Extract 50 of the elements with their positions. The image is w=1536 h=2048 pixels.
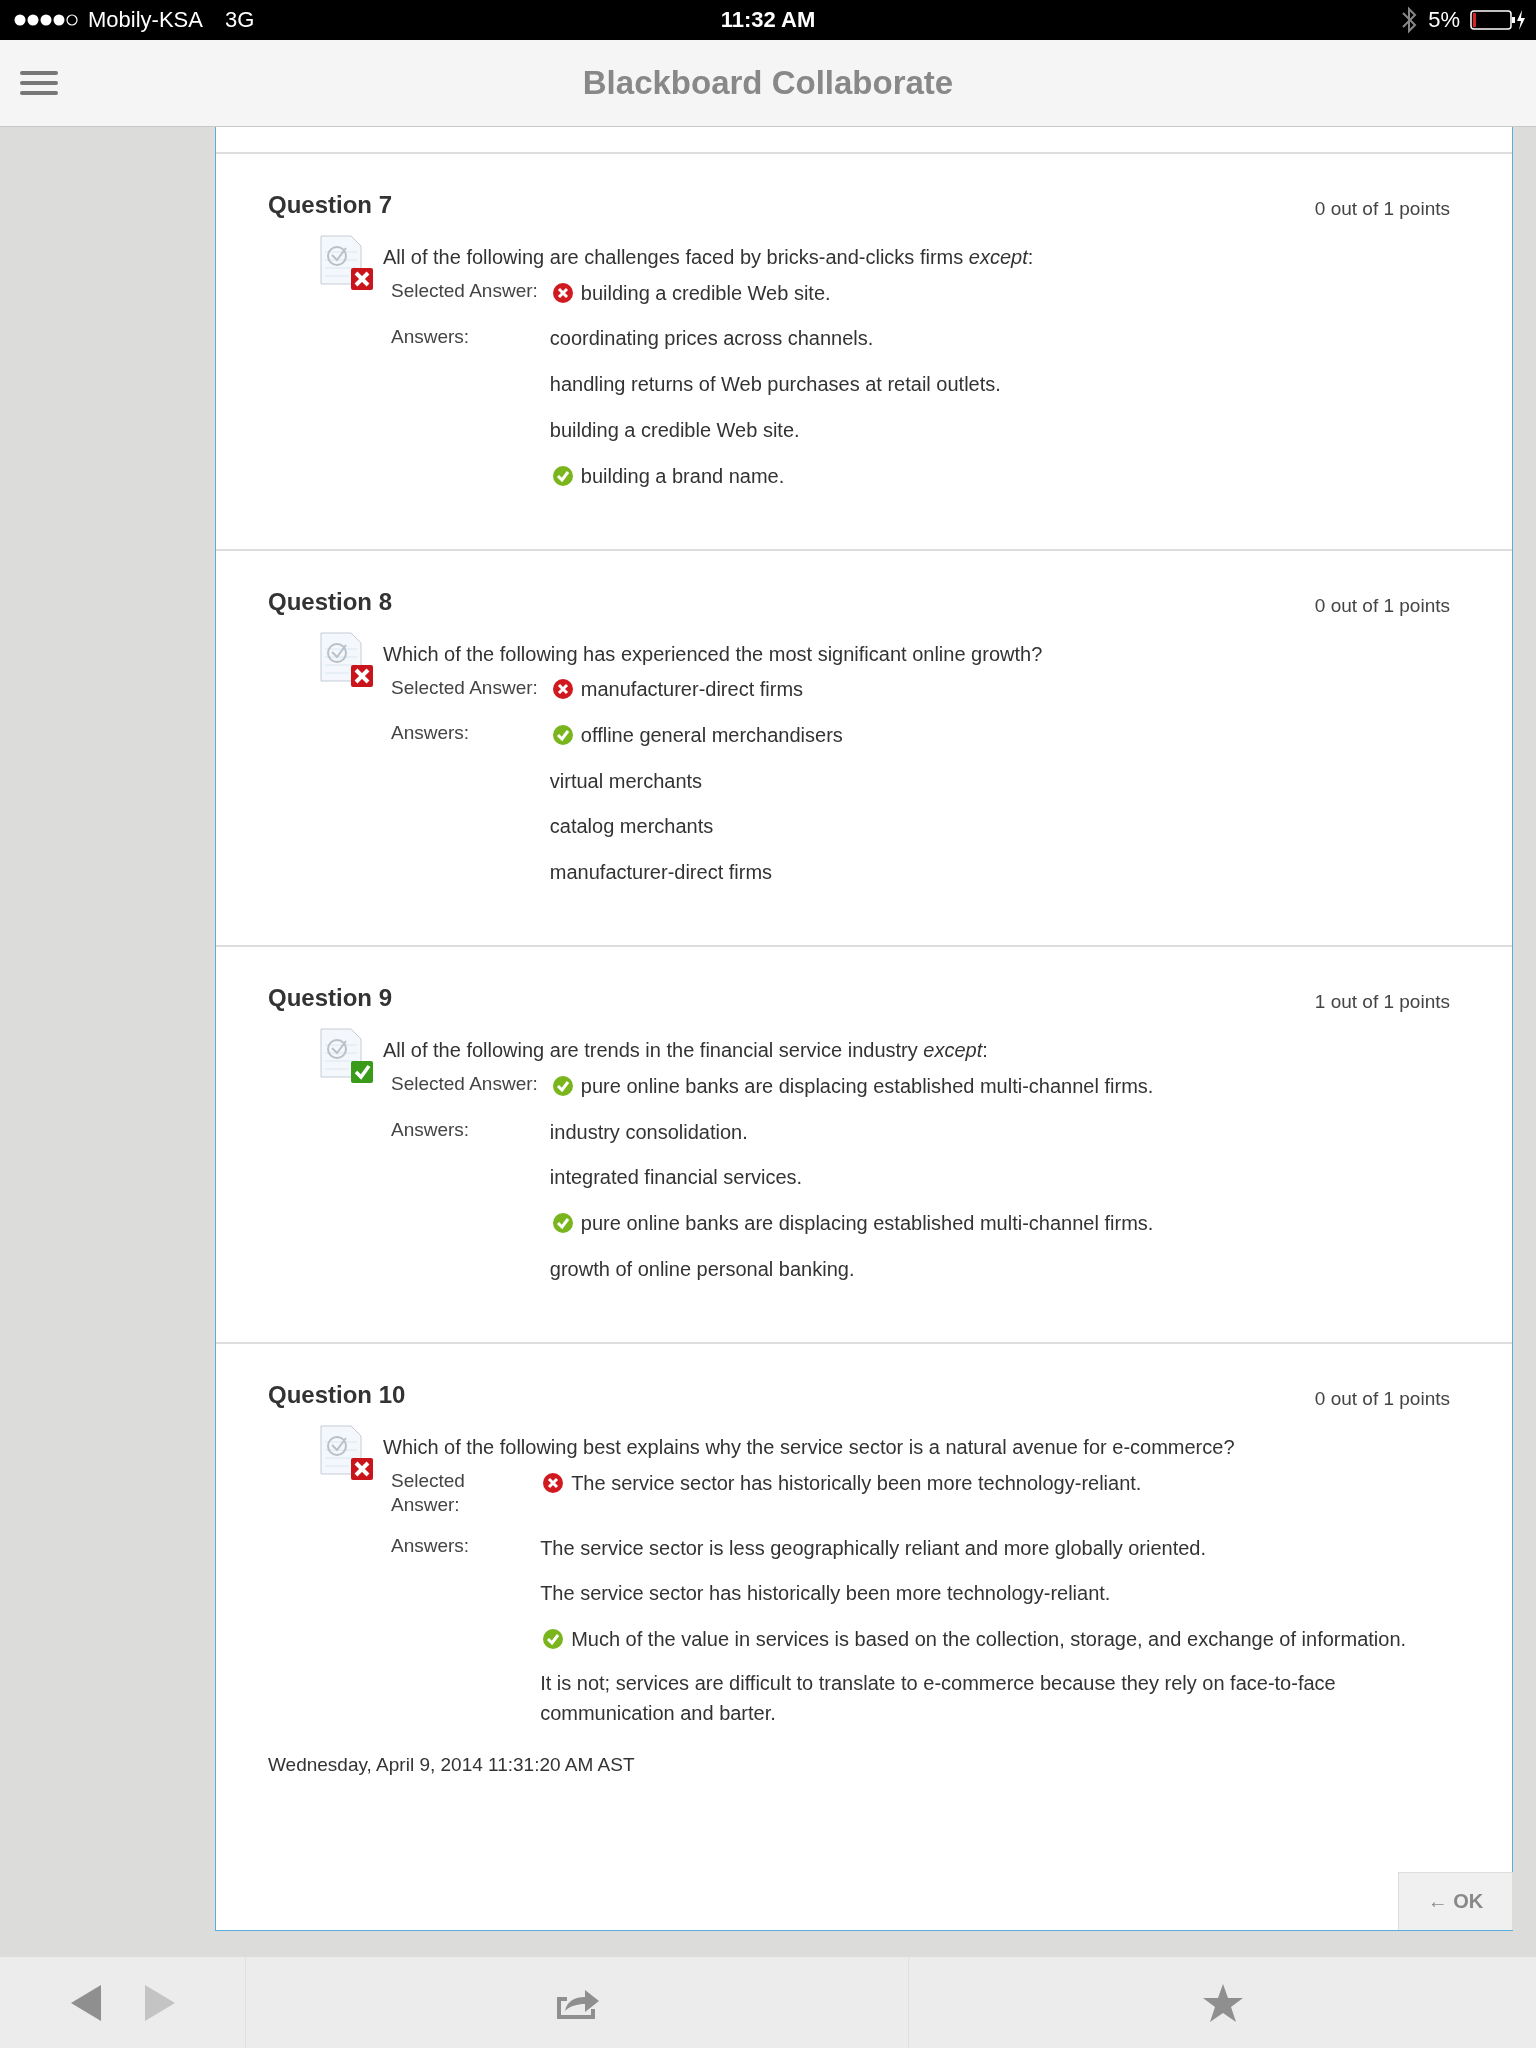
clock-time: 11:32 AM [720,7,816,32]
answer-text: coordinating prices across channels. [549,326,874,352]
answer-text: integrated financial services. [549,1165,803,1191]
ok-button[interactable]: ← OK [1398,1872,1513,1930]
answer-text: building a brand name. [580,463,785,489]
points-score: 0 out of 1 points [1314,594,1450,617]
answers-label: Answers: [391,1530,541,1577]
answer-text: The service sector is less geographically reliant and more globally oriented. [540,1535,1207,1561]
selected-answer-label: Selected Answer: [391,1072,539,1097]
battery-icon [1470,9,1526,31]
points-score: 0 out of 1 points [1314,198,1450,220]
carrier-name: Mobily-KSA [88,7,203,33]
answer-text: manufacturer-direct firms [549,860,773,886]
answer-text: It is not; services are difficult to translate to e-commerce because they rely on face-to-face communication and barter. [540,1670,1337,1726]
battery-percent: 5% [1428,7,1460,33]
answers-label: Answers: [391,721,471,746]
submission-date: Wednesday, April 9, 2014 11:31:20 AM AST [268,1753,635,1776]
question-text: All of the following are challenges faced by bricks-and-clicks firms except: [383,245,1035,270]
question-title: Question 7 [268,191,393,219]
answer-text: The service sector has historically been more technology-reliant. [571,1470,1142,1496]
network-type: 3G [224,7,255,33]
answer-text: building a credible Web site. [549,417,800,443]
answer-text: growth of online personal banking. [549,1256,855,1282]
answer-text: handling returns of Web purchases at retail outlets. [549,372,1001,398]
answers-label: Answers: [391,321,550,368]
selected-answer-label: Selected Answer: [391,279,539,303]
answer-text: industry consolidation. [549,1119,748,1145]
menu-icon[interactable] [20,71,58,95]
question-title: Question 9 [268,984,393,1013]
answer-text: catalog merchants [549,814,714,840]
app-title: Blackboard Collaborate [582,64,954,102]
question-title: Question 8 [268,587,393,616]
answer-text: Much of the value in services is based on the collection, storage, and exchange of information. [571,1626,1407,1652]
answers-label: Answers: [391,1117,471,1142]
answer-text: virtual merchants [549,768,703,794]
answer-text: pure online banks are displacing established multi-channel firms. [580,1211,1154,1237]
question-text: Which of the following best explains why the service sector is a natural avenue for e-commerce? [383,1434,1236,1460]
points-score: 1 out of 1 points [1314,991,1450,1014]
question-title: Question 10 [268,1380,406,1409]
answer-text: The service sector has historically been more technology-reliant. [540,1581,1111,1607]
answer-text: manufacturer-direct firms [580,677,804,703]
answer-text: offline general merchandisers [580,723,843,749]
question-text: Which of the following has experienced the most significant online growth? [383,641,1044,667]
answer-text: building a credible Web site. [580,280,831,306]
points-score: 0 out of 1 points [1314,1387,1450,1410]
question-text: All of the following are trends in the financial service industry except: [383,1038,989,1064]
selected-answer-label: Selected Answer: [391,1468,466,1517]
answer-text: pure online banks are displacing established multi-channel firms. [580,1073,1154,1099]
bluetooth-icon [1400,6,1419,34]
selected-answer-label: Selected Answer: [391,675,539,700]
